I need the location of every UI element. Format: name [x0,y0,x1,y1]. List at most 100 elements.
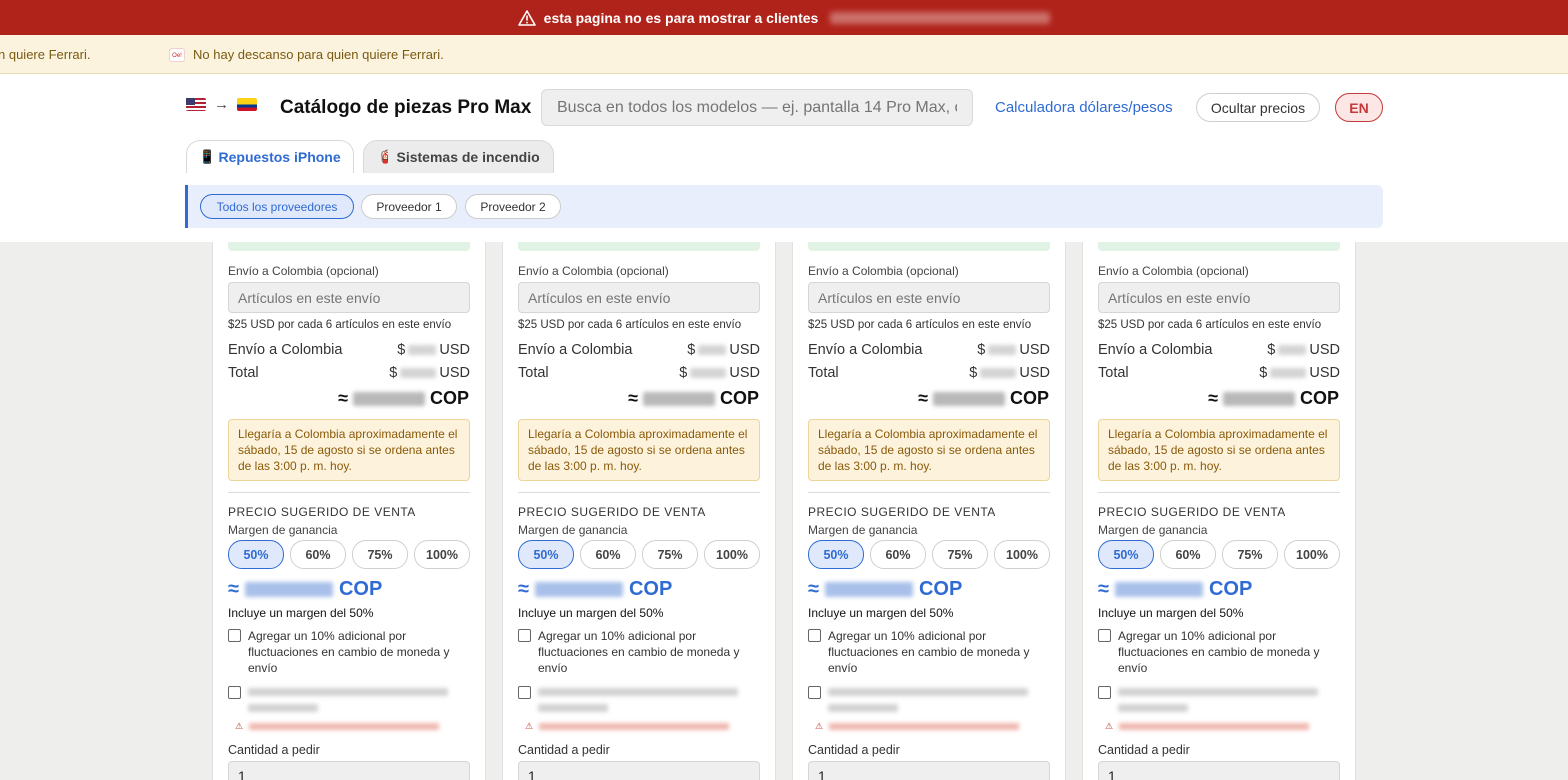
redacted-value [408,345,437,355]
margin-100-button[interactable]: 100% [994,540,1050,569]
margin-75-button[interactable]: 75% [1222,540,1278,569]
tab-iphone-parts[interactable]: 📱 Repuestos iPhone [186,140,354,173]
margin-label: Margen de ganancia [228,523,338,537]
redacted-warning-text [249,723,440,730]
margin-50-button[interactable]: 50% [518,540,574,569]
country-flags: → [186,96,257,113]
shipping-cost-row: Envío a Colombia $ USD [1098,342,1340,358]
margin-50-button[interactable]: 50% [228,540,284,569]
margin-75-button[interactable]: 75% [642,540,698,569]
filter-supplier-1[interactable]: Proveedor 1 [361,194,457,219]
margin-75-button[interactable]: 75% [352,540,408,569]
redacted-value [534,582,623,597]
arrival-estimate-note: Llegaría a Colombia aproximadamente el s… [1098,419,1340,481]
suggested-price: ≈ COP [808,578,963,600]
fluctuation-checkbox[interactable] [228,629,241,642]
ticker-item: n quiere Ferrari. [0,47,91,62]
suggested-price: ≈ COP [228,578,383,600]
language-toggle-button[interactable]: EN [1335,93,1383,122]
quantity-label: Cantidad a pedir [228,743,320,757]
arrival-estimate-note: Llegaría a Colombia aproximadamente el s… [518,419,760,481]
product-card: Envío a Colombia (opcional) $25 USD por … [502,242,776,780]
margin-50-button[interactable]: 50% [1098,540,1154,569]
motivational-ticker: n quiere Ferrari. Oe! No hay descanso pa… [0,35,1568,74]
extra-fee-warning: ⚠ [815,721,1020,732]
margin-100-button[interactable]: 100% [704,540,760,569]
extra-fee-label-redacted [538,688,760,720]
redacted-value [988,345,1017,355]
quantity-input[interactable]: 1 [1098,761,1340,780]
product-card: Envío a Colombia (opcional) $25 USD por … [792,242,1066,780]
extra-fee-warning: ⚠ [525,721,730,732]
currency-calculator-link[interactable]: Calculadora dólares/pesos [995,99,1173,116]
suggested-price-heading: PRECIO SUGERIDO DE VENTA [518,505,706,519]
shipping-cost-row: Envío a Colombia $ USD [518,342,760,358]
fluctuation-checkbox[interactable] [518,629,531,642]
margin-50-button[interactable]: 50% [808,540,864,569]
filter-supplier-2[interactable]: Proveedor 2 [465,194,561,219]
margin-100-button[interactable]: 100% [1284,540,1340,569]
redacted-value [932,391,1005,406]
page-title: Catálogo de piezas Pro Max [280,97,532,118]
fire-extinguisher-icon: 🧯 [377,149,394,164]
app-header: → Catálogo de piezas Pro Max Calculadora… [0,74,1568,242]
arrow-right-icon: → [214,96,229,113]
tab-fire-systems[interactable]: 🧯 Sistemas de incendio [363,140,554,173]
shipping-cost-row: Envío a Colombia $ USD [808,342,1050,358]
delivery-days-strip [808,242,1050,251]
margin-60-button[interactable]: 60% [580,540,636,569]
fluctuation-checkbox-label: Agregar un 10% adicional por fluctuacion… [248,629,450,675]
quantity-input[interactable]: 1 [228,761,470,780]
shipping-items-input[interactable] [808,282,1050,313]
divider [518,492,760,493]
total-row: Total $ USD [518,365,760,381]
total-row: Total $ USD [808,365,1050,381]
total-cop: ≈ COP [338,388,469,408]
suggested-price-heading: PRECIO SUGERIDO DE VENTA [1098,505,1286,519]
ticker-item: Oe! No hay descanso para quien quiere Fe… [169,47,444,62]
extra-fee-checkbox[interactable] [228,686,241,699]
delivery-days-strip [1098,242,1340,251]
shipping-items-input[interactable] [1098,282,1340,313]
redacted-value [642,391,715,406]
shipping-items-input[interactable] [518,282,760,313]
ticker-badge-icon: Oe! [169,47,185,62]
margin-75-button[interactable]: 75% [932,540,988,569]
margin-60-button[interactable]: 60% [1160,540,1216,569]
redacted-warning-text [1119,723,1310,730]
total-cop: ≈ COP [918,388,1049,408]
suggested-price: ≈ COP [1098,578,1253,600]
quantity-input[interactable]: 1 [518,761,760,780]
extra-fee-checkbox[interactable] [1098,686,1111,699]
fluctuation-checkbox-label: Agregar un 10% adicional por fluctuacion… [828,629,1030,675]
shipping-label: Envío a Colombia (opcional) [228,264,379,278]
extra-fee-checkbox[interactable] [808,686,821,699]
margin-100-button[interactable]: 100% [414,540,470,569]
margin-60-button[interactable]: 60% [290,540,346,569]
product-card: Envío a Colombia (opcional) $25 USD por … [1082,242,1356,780]
warning-icon: ⚠ [815,721,824,731]
total-cop: ≈ COP [628,388,759,408]
quantity-input[interactable]: 1 [808,761,1050,780]
redacted-value [1222,391,1295,406]
shipping-items-input[interactable] [228,282,470,313]
suggested-price: ≈ COP [518,578,673,600]
hide-prices-button[interactable]: Ocultar precios [1196,93,1320,122]
extra-fee-checkbox[interactable] [518,686,531,699]
total-cop: ≈ COP [1208,388,1339,408]
fluctuation-checkbox-label: Agregar un 10% adicional por fluctuacion… [538,629,740,675]
fluctuation-checkbox[interactable] [808,629,821,642]
internal-warning-banner: esta pagina no es para mostrar a cliente… [0,0,1568,35]
search-input[interactable] [541,89,973,126]
filter-all-suppliers[interactable]: Todos los proveedores [200,194,354,219]
redacted-warning-text [539,723,730,730]
shipping-hint: $25 USD por cada 6 artículos en este env… [518,319,742,331]
margin-60-button[interactable]: 60% [870,540,926,569]
divider [808,492,1050,493]
shipping-label: Envío a Colombia (opcional) [1098,264,1249,278]
margin-selector: 50% 60% 75% 100% [1098,540,1340,569]
redacted-value [1114,582,1203,597]
fluctuation-checkbox[interactable] [1098,629,1111,642]
warning-icon: ⚠ [525,721,534,731]
product-card: Envío a Colombia (opcional) $25 USD por … [212,242,486,780]
